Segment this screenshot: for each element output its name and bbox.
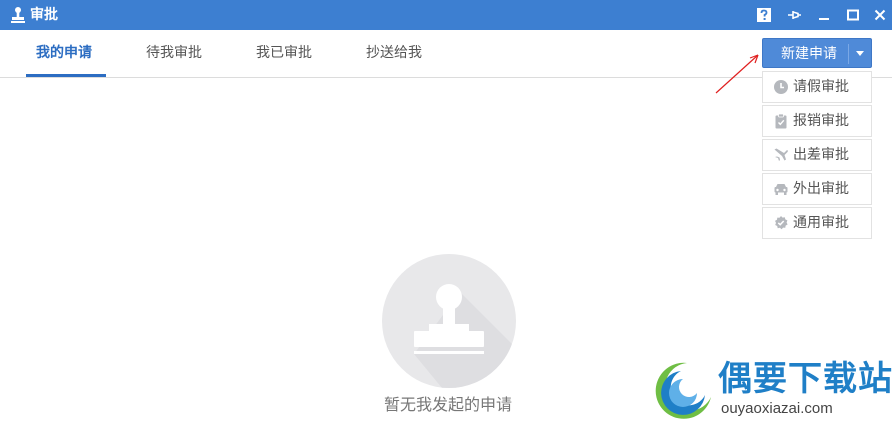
car-icon — [774, 184, 788, 195]
new-request-label: 新建申请 — [781, 46, 837, 62]
pin-button[interactable] — [784, 5, 804, 25]
menu-item-outing-approval[interactable]: 外出审批 — [762, 173, 872, 205]
tab-pending-my-approval[interactable]: 待我审批 — [146, 44, 202, 62]
stamp-icon — [414, 284, 516, 388]
active-tab-indicator — [26, 74, 106, 77]
menu-item-general-approval[interactable]: 通用审批 — [762, 207, 872, 239]
menu-item-leave-approval[interactable]: 请假审批 — [762, 71, 872, 103]
tab-cc-to-me[interactable]: 抄送给我 — [366, 44, 422, 62]
close-icon — [874, 9, 886, 21]
caret-down-icon[interactable] — [856, 51, 864, 56]
watermark-title: 偶要下载站 — [718, 359, 892, 399]
watermark-url: ouyaoxiazai.com — [721, 400, 833, 417]
minimize-button[interactable] — [814, 5, 834, 25]
badge-check-icon — [775, 216, 788, 230]
menu-item-label: 外出审批 — [793, 181, 849, 197]
help-icon — [757, 8, 771, 22]
close-button[interactable] — [870, 5, 890, 25]
tab-approved-by-me[interactable]: 我已审批 — [256, 44, 312, 62]
menu-item-label: 请假审批 — [793, 79, 849, 95]
new-request-button[interactable]: 新建申请 — [762, 38, 872, 68]
annotation-arrow — [715, 54, 759, 94]
window-title: 审批 — [30, 7, 58, 23]
menu-item-business-trip-approval[interactable]: 出差审批 — [762, 139, 872, 171]
menu-item-label: 报销审批 — [793, 113, 849, 129]
minimize-icon — [819, 18, 829, 20]
pin-icon — [788, 11, 801, 19]
menu-item-label: 通用审批 — [793, 215, 849, 231]
watermark-logo — [655, 362, 711, 419]
stamp-icon — [11, 7, 25, 23]
clipboard-icon — [775, 113, 787, 129]
tab-my-requests[interactable]: 我的申请 — [36, 44, 92, 62]
maximize-icon — [847, 9, 859, 21]
title-bar: 审批 — [0, 0, 892, 30]
empty-state-illustration — [382, 254, 516, 388]
plane-icon — [774, 148, 788, 161]
empty-state-message: 暂无我发起的申请 — [383, 395, 512, 414]
menu-item-label: 出差审批 — [793, 147, 849, 163]
split-divider — [848, 44, 849, 64]
maximize-button[interactable] — [843, 5, 863, 25]
menu-item-expense-approval[interactable]: 报销审批 — [762, 105, 872, 137]
help-button[interactable] — [754, 5, 774, 25]
clock-icon — [774, 80, 788, 94]
